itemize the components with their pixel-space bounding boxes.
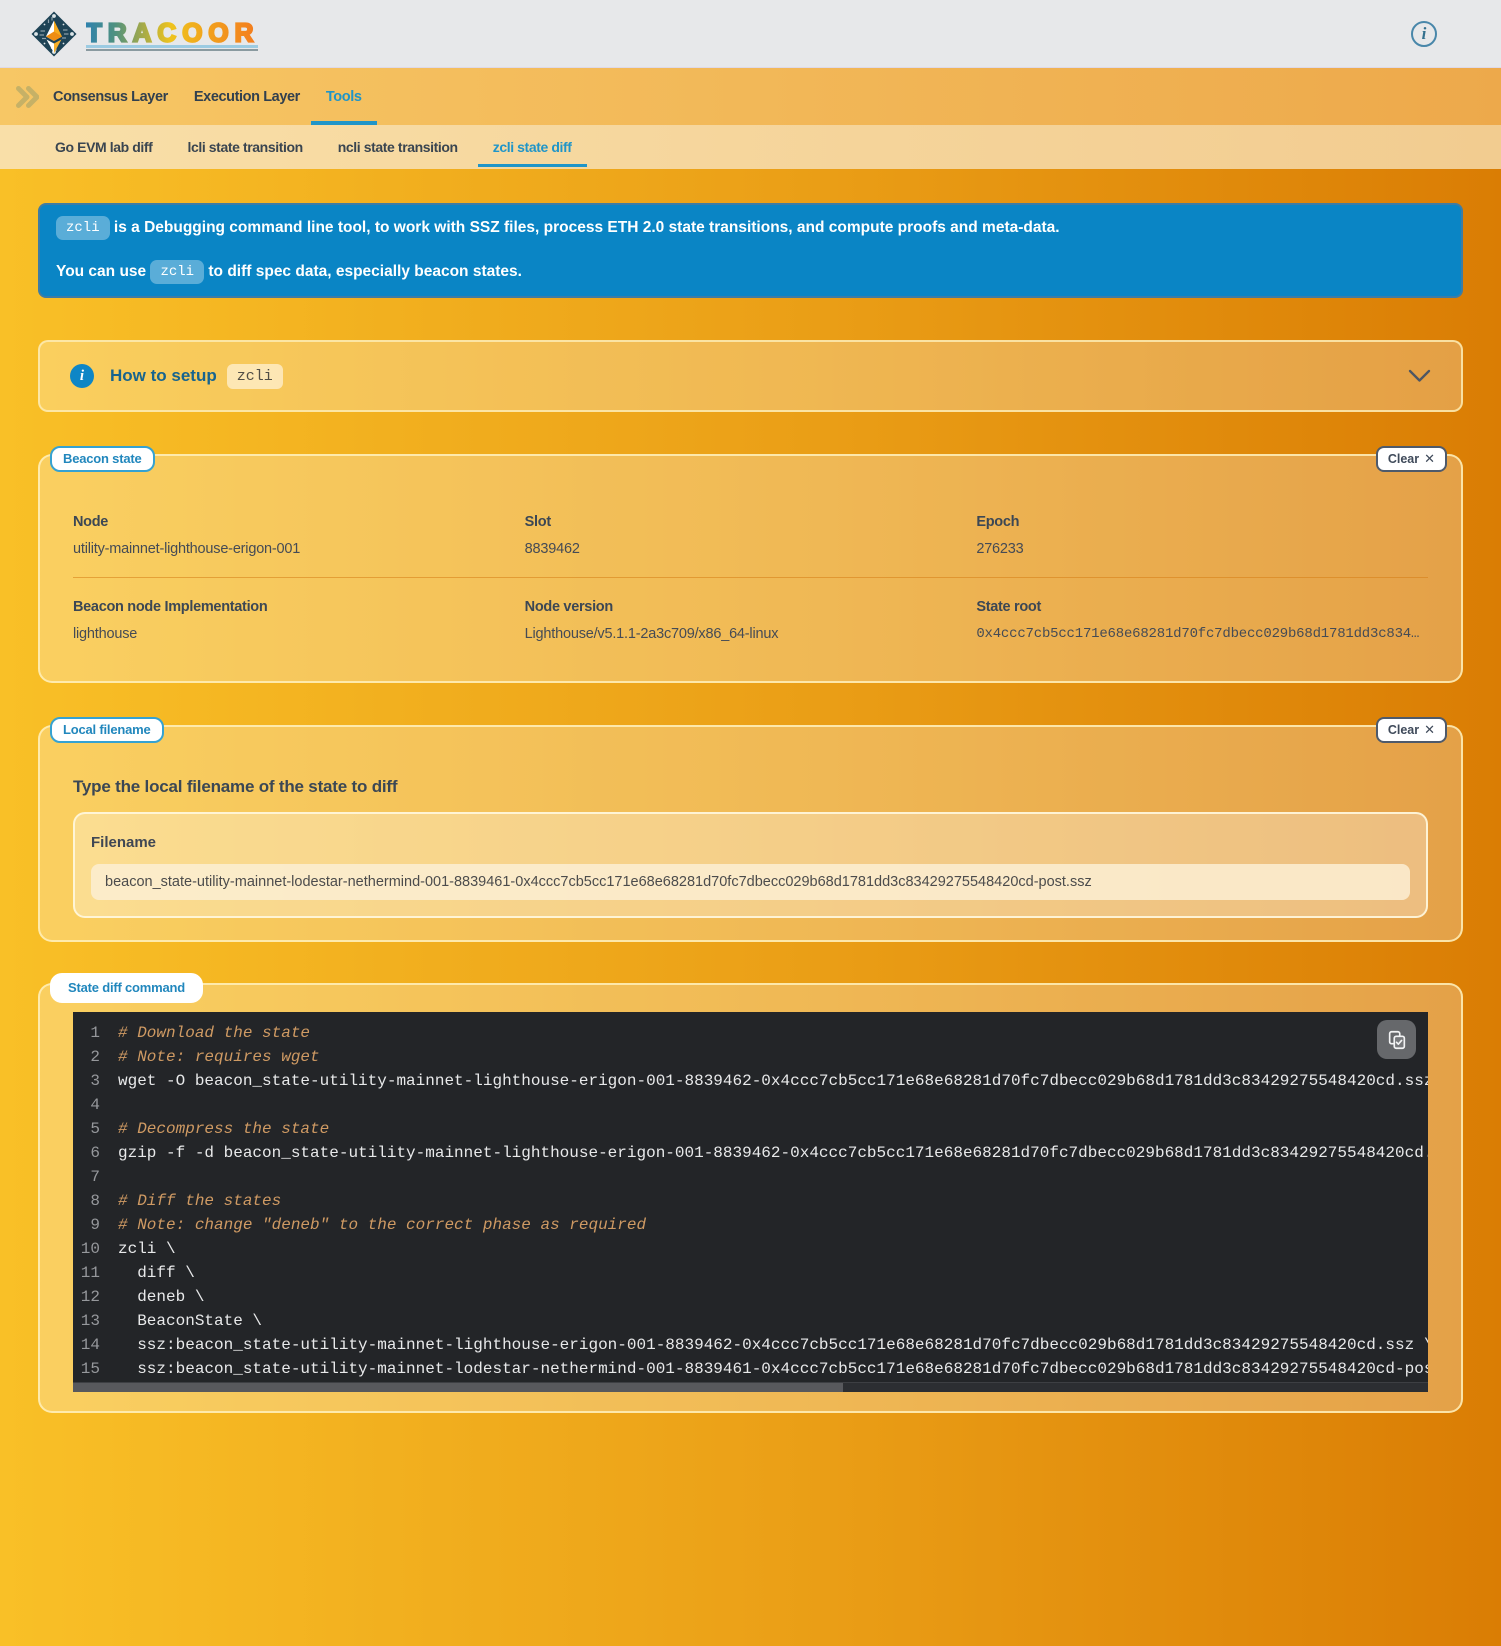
svg-text:TRACOOR: TRACOOR — [86, 19, 259, 47]
